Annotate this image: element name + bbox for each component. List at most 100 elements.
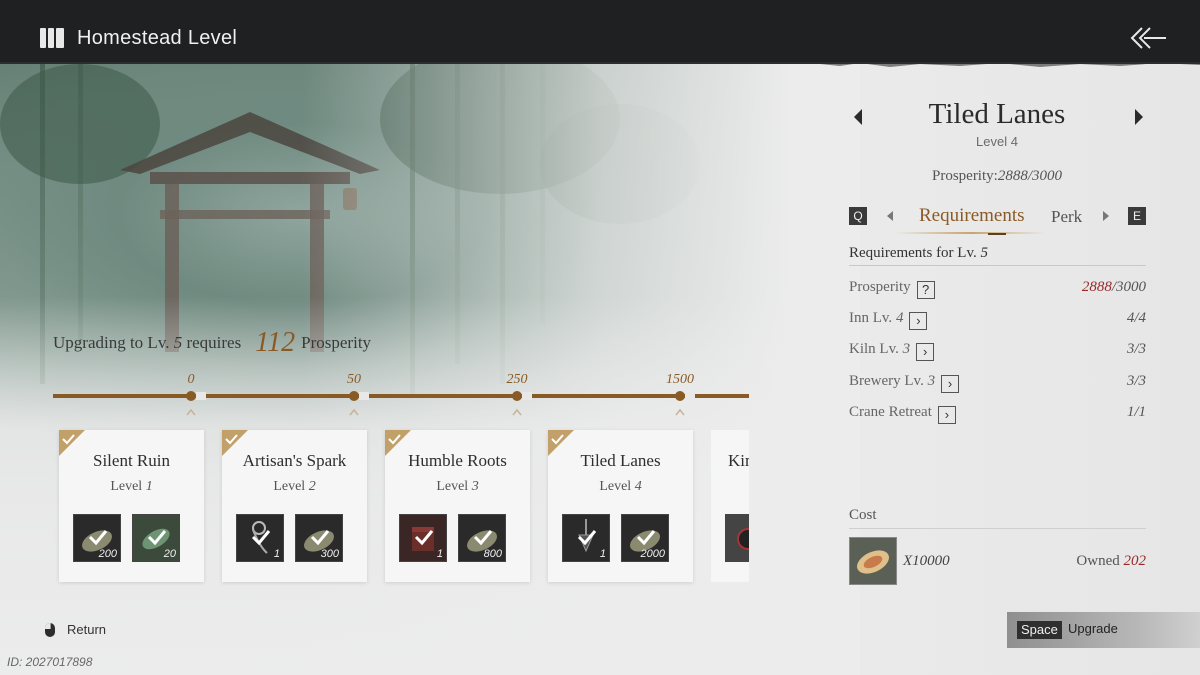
card-title: Artisan's Spark (242, 451, 347, 470)
card-title: Humble Roots (408, 451, 507, 470)
requirement-value: 1/1 (1126, 404, 1146, 420)
card-level: Level 4 (599, 479, 642, 494)
box-icon[interactable]: 1 (399, 514, 447, 562)
milestone-dot (186, 391, 196, 401)
prosperity-unit: Prosperity (301, 333, 372, 352)
upgrade-button[interactable]: Space Upgrade (1007, 612, 1200, 648)
card-title: Kin (728, 451, 749, 470)
requirement-value: 2888/3000 (1081, 279, 1146, 295)
divider (849, 528, 1146, 529)
checkmark-icon (88, 530, 108, 546)
top-bar: Homestead Level (0, 0, 1200, 64)
tab-left-arrow-icon[interactable] (886, 210, 894, 222)
fruit-icon[interactable]: 300 (295, 514, 343, 562)
go-to-icon[interactable]: › (909, 312, 928, 330)
item-quantity: 1 (599, 548, 606, 560)
pendant-icon[interactable]: 1 (562, 514, 610, 562)
go-to-icon[interactable]: › (941, 375, 960, 393)
item-quantity: 200 (98, 548, 117, 560)
card-level: Level 2 (273, 479, 316, 494)
requirement-inn: Inn Lv. 4 › 4/4 (849, 310, 1146, 330)
level-card-next[interactable]: Kin (711, 430, 749, 582)
requirement-value: 3/3 (1126, 341, 1146, 357)
mouse-icon (45, 623, 55, 637)
fruit-icon[interactable]: 2000 (621, 514, 669, 562)
caret-up-icon (186, 408, 196, 416)
level-card-silent-ruin[interactable]: Silent Ruin Level 1 200 20 (59, 430, 204, 582)
progress-track (53, 394, 749, 398)
card-title: Silent Ruin (93, 451, 170, 470)
required-prosperity-amount: 112 (255, 327, 296, 358)
player-id: ID: 2027017898 (7, 655, 93, 669)
building-level: Level 4 (976, 134, 1018, 149)
go-to-icon[interactable]: › (937, 406, 956, 424)
milestone-label: 0 (187, 372, 195, 387)
space-key-hint: Space (1017, 621, 1062, 639)
divider (849, 265, 1146, 266)
go-to-icon[interactable]: › (916, 343, 935, 361)
prosperity-status: Prosperity:2888/3000 (931, 168, 1062, 184)
item-quantity: 1 (273, 548, 280, 560)
caret-up-icon (675, 408, 685, 416)
back-arrow-icon[interactable] (1128, 24, 1168, 52)
item-quantity: 800 (483, 548, 502, 560)
item-quantity: 20 (163, 548, 176, 560)
page-title: Homestead Level (77, 27, 238, 49)
caret-up-icon (349, 408, 359, 416)
card-level: Level 1 (110, 479, 153, 494)
building-name: Tiled Lanes (928, 98, 1066, 130)
checkmark-icon (577, 530, 597, 546)
level-card-humble-roots[interactable]: Humble Roots Level 3 1 800 (385, 430, 530, 582)
active-tab-underline (896, 232, 1046, 234)
help-icon[interactable]: ? (916, 281, 935, 299)
level-card-tiled-lanes[interactable]: Tiled Lanes Level 4 1 2000 (548, 430, 693, 582)
checkmark-icon (310, 530, 330, 546)
homestead-level-screen: Homestead Level Upgrading to Lv. 5 requi… (0, 0, 1200, 675)
cost-heading: Cost (849, 507, 877, 523)
melon-slice-icon[interactable] (849, 537, 897, 585)
tab-perk[interactable]: Perk (1051, 207, 1082, 227)
e-key-hint[interactable]: E (1128, 207, 1146, 225)
upgrade-prefix: Upgrading to Lv. (53, 333, 174, 352)
requirement-crane-retreat: Crane Retreat › 1/1 (849, 404, 1146, 424)
cost-quantity: X10000 (903, 553, 950, 569)
milestone-label: 250 (506, 372, 528, 387)
target-level: 5 (173, 333, 183, 352)
requirement-prosperity: Prosperity? 2888/3000 (849, 279, 1146, 299)
card-title: Tiled Lanes (580, 451, 661, 470)
fruit-icon[interactable]: 800 (458, 514, 506, 562)
building-details-panel: Tiled Lanes Level 4 Prosperity:2888/3000… (836, 64, 1200, 675)
owned-count: Owned 202 (1076, 553, 1146, 569)
item-icon[interactable] (725, 514, 749, 562)
background-scene (0, 64, 860, 675)
tab-right-arrow-icon[interactable] (1102, 210, 1110, 222)
leaf-icon[interactable]: 20 (132, 514, 180, 562)
requirement-brewery: Brewery Lv. 3 › 3/3 (849, 373, 1146, 393)
requirements-heading: Requirements for Lv. 5 (849, 245, 988, 261)
checkmark-icon (251, 530, 271, 546)
upgrade-label: Upgrade (1068, 621, 1118, 636)
caret-up-icon (512, 408, 522, 416)
requirement-value: 4/4 (1126, 310, 1146, 326)
milestone-label: 1500 (666, 372, 694, 387)
book-icon (40, 28, 64, 48)
level-card-artisans-spark[interactable]: Artisan's Spark Level 2 1 300 (222, 430, 367, 582)
upgrade-middle: requires (182, 333, 242, 352)
checkmark-icon (147, 530, 167, 546)
milestone-dot (349, 391, 359, 401)
checkmark-icon (473, 530, 493, 546)
requirement-value: 3/3 (1126, 373, 1146, 389)
item-quantity: 1 (436, 548, 443, 560)
checkmark-icon (414, 530, 434, 546)
milestone-dot (512, 391, 522, 401)
upgrade-requirement-text: Upgrading to Lv. 5 requires 112 Prosperity (53, 327, 371, 359)
requirement-kiln: Kiln Lv. 3 › 3/3 (849, 341, 1146, 361)
item-quantity: 2000 (640, 548, 665, 560)
cord-icon[interactable]: 1 (236, 514, 284, 562)
q-key-hint[interactable]: Q (849, 207, 867, 225)
level-card-partial[interactable]: Kin (711, 430, 749, 582)
tab-requirements[interactable]: Requirements (919, 205, 1025, 227)
item-quantity: 300 (320, 548, 339, 560)
card-level: Level 3 (436, 479, 479, 494)
fruit-icon[interactable]: 200 (73, 514, 121, 562)
